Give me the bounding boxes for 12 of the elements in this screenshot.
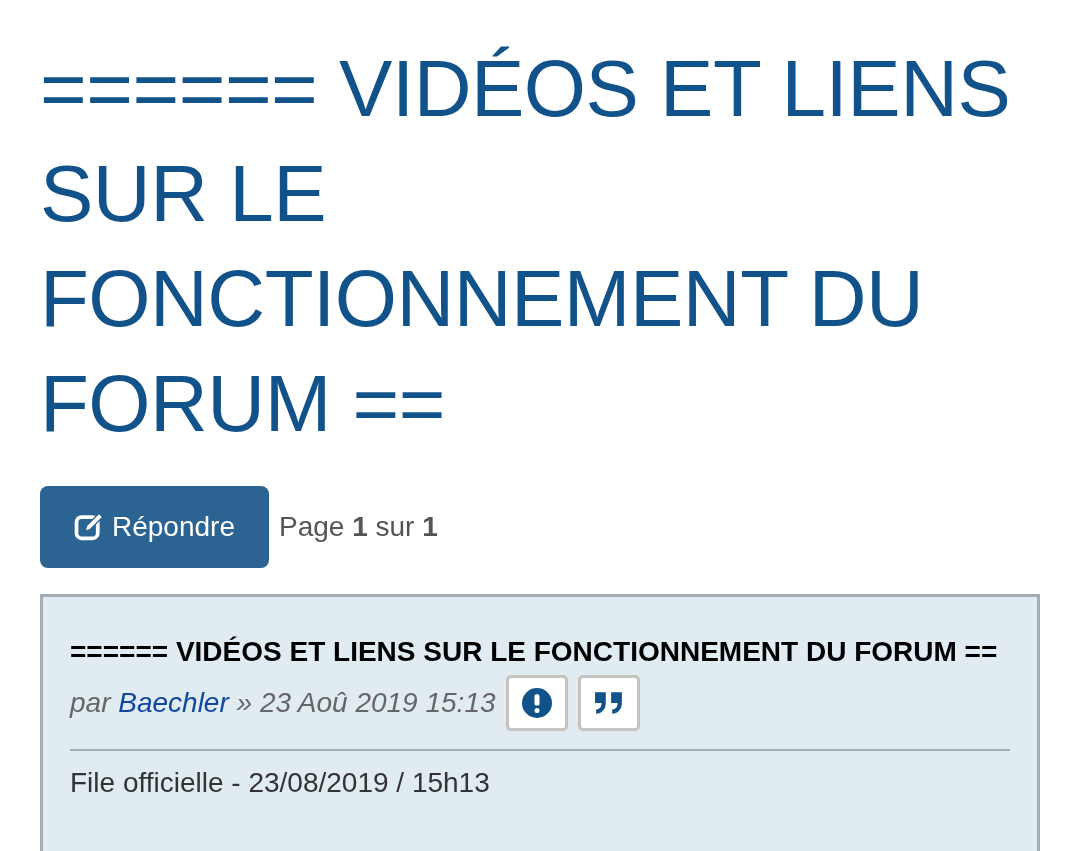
topic-title: ====== VIDÉOS ET LIENS SUR LE FONCTIONNEMENT DU FORUM == <box>40 43 1012 450</box>
post-body: File officielle - 23/08/2019 / 15h13 <box>70 767 491 799</box>
post-meta: par Baechler » 23 Aoû 2019 15:13 <box>70 687 496 719</box>
quote-icon <box>593 690 624 716</box>
post-title: ====== VIDÉOS ET LIENS SUR LE FONCTIONNEMENT DU FORUM == <box>70 635 999 669</box>
quote-button[interactable] <box>577 675 640 731</box>
edit-icon <box>74 512 104 542</box>
author-link[interactable]: Baechler <box>118 687 229 718</box>
report-button[interactable] <box>505 675 568 731</box>
reply-button[interactable]: Répondre <box>40 486 269 568</box>
report-icon <box>521 688 552 718</box>
pagination-text: Page 1 sur 1 <box>279 511 438 543</box>
